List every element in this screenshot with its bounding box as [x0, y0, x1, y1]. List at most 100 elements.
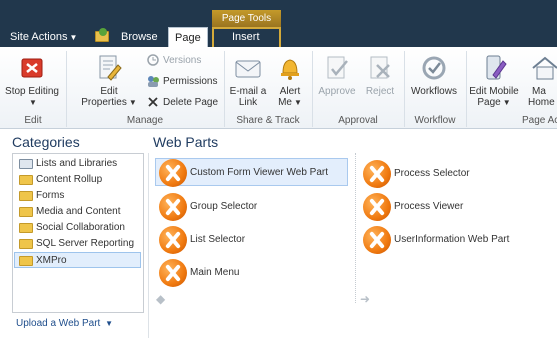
stop-editing-icon	[17, 53, 47, 83]
folder-icon	[19, 239, 33, 249]
xmpro-icon	[363, 193, 391, 221]
group-label-edit: Edit	[24, 115, 42, 126]
chevron-down-icon: ▼	[105, 319, 114, 328]
workflows-button[interactable]: Workflows	[406, 47, 462, 97]
edit-mobile-label-2: Page	[477, 97, 501, 108]
edit-mobile-icon	[479, 53, 509, 83]
upload-web-part-link[interactable]: Upload a Web Part ▼	[16, 318, 113, 329]
email-link-button[interactable]: E-mail a Link	[226, 47, 270, 108]
group-label-page-actions: Page Ac	[522, 115, 557, 126]
email-link-label-1: E-mail a	[229, 86, 267, 97]
category-item[interactable]: Social Collaboration	[15, 220, 142, 236]
chevron-down-icon: ▼	[293, 98, 302, 107]
categories-title: Categories	[12, 134, 80, 150]
web-parts-title: Web Parts	[153, 134, 219, 150]
category-label: XMPro	[36, 255, 67, 266]
category-label: Lists and Libraries	[36, 158, 118, 169]
make-homepage-button[interactable]: Ma Home	[526, 47, 557, 108]
group-label-manage: Manage	[126, 115, 164, 126]
delete-page-label: Delete Page	[163, 97, 219, 108]
email-icon	[233, 53, 263, 83]
permissions-label: Permissions	[163, 76, 218, 87]
category-item-selected[interactable]: XMPro	[14, 252, 141, 268]
delete-page-button[interactable]: Delete Page	[146, 95, 218, 111]
web-part-label: UserInformation Web Part	[394, 234, 510, 245]
versions-icon	[146, 53, 160, 67]
category-label: Media and Content	[36, 206, 121, 217]
web-part-label: Process Selector	[394, 168, 470, 179]
edit-properties-icon	[94, 53, 124, 83]
scroll-left-arrow-icon[interactable]: ◆	[156, 292, 165, 306]
email-link-label-2: Link	[238, 97, 258, 108]
category-item[interactable]: Content Rollup	[15, 172, 142, 188]
make-homepage-label-1: Ma	[532, 86, 546, 97]
edit-mobile-page-button[interactable]: Edit Mobile Page ▼	[468, 47, 520, 108]
web-part-label: Group Selector	[190, 201, 258, 212]
folder-icon	[19, 175, 33, 185]
permissions-button[interactable]: Permissions	[146, 74, 217, 90]
stop-editing-label: Stop Editing	[5, 86, 59, 97]
alert-me-button[interactable]: Alert Me ▼	[272, 47, 308, 108]
page-tools-label: Page Tools	[212, 10, 281, 27]
stop-editing-button[interactable]: Stop Editing ▼	[2, 47, 62, 108]
chevron-down-icon: ▼	[128, 98, 137, 107]
edit-properties-button[interactable]: Edit Properties ▼	[80, 47, 138, 108]
web-part-label: Main Menu	[190, 267, 240, 278]
folder-icon	[19, 256, 33, 266]
category-label: Social Collaboration	[36, 222, 125, 233]
edit-properties-label-2: Properties	[81, 97, 127, 108]
pane-divider	[148, 153, 149, 338]
library-folder-icon	[19, 159, 33, 169]
delete-icon	[146, 95, 160, 109]
folder-icon	[19, 191, 33, 201]
xmpro-icon	[159, 159, 187, 187]
group-label-workflow: Workflow	[414, 115, 456, 126]
reject-button[interactable]: Reject	[361, 47, 399, 97]
versions-label: Versions	[163, 55, 202, 66]
scroll-right-arrow-icon[interactable]: ➜	[360, 292, 370, 306]
category-item[interactable]: SQL Server Reporting	[15, 236, 142, 252]
web-part-item[interactable]: Process Selector	[360, 160, 550, 188]
folder-icon	[19, 223, 33, 233]
web-part-item[interactable]: List Selector	[156, 226, 346, 254]
xmpro-icon	[363, 226, 391, 254]
web-part-label: List Selector	[190, 234, 246, 245]
web-part-item[interactable]: Group Selector	[156, 193, 346, 221]
make-homepage-label-2: Home	[528, 97, 555, 108]
edit-mobile-label-1: Edit Mobile	[469, 86, 519, 97]
categories-list: Lists and Libraries Content Rollup Forms…	[12, 153, 144, 313]
tab-browse[interactable]: Browse	[115, 27, 164, 47]
alert-me-label-1: Alert	[279, 86, 301, 97]
web-part-item[interactable]: Process Viewer	[360, 193, 550, 221]
bell-icon	[275, 53, 305, 83]
folder-icon	[19, 207, 33, 217]
category-label: Content Rollup	[36, 174, 103, 185]
tab-insert[interactable]: Insert	[226, 27, 266, 47]
chevron-down-icon: ▼	[502, 98, 511, 107]
web-part-item[interactable]: UserInformation Web Part	[360, 226, 550, 254]
web-part-item[interactable]: Main Menu	[156, 259, 346, 287]
home-icon	[530, 53, 557, 83]
site-actions-menu[interactable]: Site Actions ▼	[4, 27, 83, 47]
navigate-up-icon[interactable]	[95, 28, 109, 42]
web-part-label: Process Viewer	[394, 201, 464, 212]
approve-label: Approve	[318, 86, 356, 97]
upload-label: Upload a Web Part	[16, 318, 101, 329]
alert-me-label-2: Me	[278, 97, 292, 108]
versions-button[interactable]: Versions	[146, 53, 201, 69]
tab-page[interactable]: Page	[168, 27, 208, 47]
category-label: SQL Server Reporting	[36, 238, 135, 249]
chevron-down-icon: ▼	[29, 98, 37, 107]
edit-properties-label-1: Edit	[100, 86, 118, 97]
reject-label: Reject	[365, 86, 395, 97]
category-item[interactable]: Media and Content	[15, 204, 142, 220]
category-item[interactable]: Lists and Libraries	[15, 156, 142, 172]
xmpro-icon	[159, 193, 187, 221]
column-divider	[355, 153, 356, 303]
category-label: Forms	[36, 190, 65, 201]
permissions-icon	[146, 74, 160, 88]
reject-icon	[365, 53, 395, 83]
category-item[interactable]: Forms	[15, 188, 142, 204]
approve-button[interactable]: Approve	[314, 47, 360, 97]
web-part-item-selected[interactable]: Custom Form Viewer Web Part	[155, 158, 348, 187]
